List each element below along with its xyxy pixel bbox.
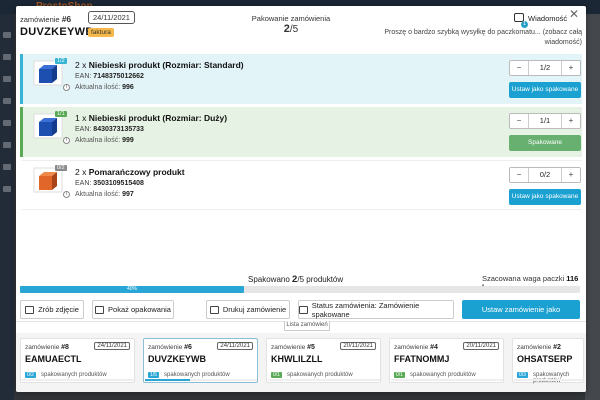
packed-count-text: spakowanych produktów	[410, 372, 476, 378]
box-icon	[95, 305, 105, 314]
increment-button[interactable]: +	[562, 61, 580, 75]
order-label: zamówienie #6	[20, 14, 72, 24]
product-ean: EAN: 7148375012662	[75, 73, 144, 80]
product-ean: EAN: 3503109515408	[75, 180, 144, 187]
packing-title: Pakowanie zamówienia	[251, 14, 331, 23]
product-stock: Aktualna ilość: 996	[75, 84, 134, 91]
product-ean: EAN: 8430373135733	[75, 126, 144, 133]
order-number: #6	[61, 14, 72, 24]
order-progress	[391, 379, 503, 381]
packed-count-badge: 0/2	[25, 372, 36, 378]
mark-packed-button[interactable]: Ustaw jako spakowane	[509, 189, 581, 205]
product-name: 1 x Niebieski produkt (Rozmiar: Duży)	[75, 113, 228, 123]
order-card[interactable]: zamówienie #4 20/11/2021 FFATNOMMJ 0/1 s…	[389, 338, 504, 383]
product-row: 1/1 i 1 x Niebieski produkt (Rozmiar: Du…	[20, 107, 582, 157]
message-link[interactable]: Wiadomość	[528, 14, 567, 23]
packed-count-text: spakowanych produktów	[41, 372, 107, 378]
modal-header: zamówienie #6 24/11/2021 DUVZKEYWB faktu…	[16, 6, 586, 51]
packed-qty-badge: 0/2	[55, 165, 67, 171]
product-stock: Aktualna ilość: 999	[75, 137, 134, 144]
packed-count-text: spakowanych produktów	[164, 372, 230, 378]
order-card[interactable]: zamówienie #5 20/11/2021 KHWLILZLL 0/1 s…	[266, 338, 381, 383]
order-code: KHWLILZLL	[271, 354, 323, 364]
product-name: 2 x Pomarańczowy produkt	[75, 167, 185, 177]
packed-count-badge: 1/5	[148, 372, 159, 378]
order-code: EAMUAECTL	[25, 354, 82, 364]
packed-products-count: Spakowano 2/5 produktów	[248, 274, 344, 285]
invoice-badge: faktura	[88, 28, 114, 37]
order-date: 20/11/2021	[463, 342, 499, 350]
order-date: 24/11/2021	[88, 11, 135, 24]
order-code: FFATNOMMJ	[394, 354, 450, 364]
order-code: OHSATSERP	[517, 354, 573, 364]
packed-count-text: spakowanych produktów	[533, 372, 570, 384]
increment-button[interactable]: +	[562, 114, 580, 128]
increment-button[interactable]: +	[562, 168, 580, 182]
order-progress	[268, 379, 380, 381]
order-status-button[interactable]: Status zamówienia: Zamówienie spakowane	[298, 300, 454, 319]
order-card-active[interactable]: zamówienie #6 24/11/2021 DUVZKEYWB 1/5 s…	[143, 338, 258, 383]
info-icon[interactable]: i	[63, 84, 70, 91]
message-count-badge: 1	[521, 21, 528, 28]
quantity-stepper: − 0/2 +	[509, 167, 581, 183]
order-card[interactable]: zamówienie #2 OHSATSERP 0/3 spakowanych …	[512, 338, 584, 384]
packed-count-badge: 0/1	[271, 372, 282, 378]
print-order-button[interactable]: Drukuj zamówienie	[206, 300, 290, 319]
progress-label: 40%	[126, 286, 137, 292]
order-code: DUVZKEYWB	[20, 26, 94, 38]
decrement-button[interactable]: −	[510, 61, 528, 75]
customer-note[interactable]: Proszę o bardzo szybką wysyłkę do paczko…	[376, 28, 582, 48]
product-row: 1/2 i 2 x Niebieski produkt (Rozmiar: St…	[20, 54, 582, 104]
take-photo-button[interactable]: Zrób zdjęcie	[20, 300, 84, 319]
order-progress	[145, 379, 257, 381]
quantity-stepper: − 1/1 +	[509, 113, 581, 129]
order-progress	[514, 379, 584, 381]
decrement-button[interactable]: −	[510, 114, 528, 128]
mark-order-packed-button[interactable]: Ustaw zamówienie jako spakowane	[462, 300, 580, 333]
packing-modal: zamówienie #6 24/11/2021 DUVZKEYWB faktu…	[16, 6, 586, 392]
mark-packed-button[interactable]: Ustaw jako spakowane	[509, 82, 581, 98]
stepper-value[interactable]: 0/2	[528, 168, 562, 182]
packed-status-button[interactable]: Spakowane	[509, 135, 581, 151]
stepper-value[interactable]: 1/1	[528, 114, 562, 128]
quantity-stepper: − 1/2 +	[509, 60, 581, 76]
order-code: DUVZKEYWB	[148, 354, 206, 364]
packing-count: 2/5	[283, 23, 299, 35]
info-icon[interactable]: i	[63, 137, 70, 144]
product-stock: Aktualna ilość: 997	[75, 191, 134, 198]
decrement-button[interactable]: −	[510, 168, 528, 182]
packed-qty-badge: 1/2	[55, 58, 67, 64]
packed-qty-badge: 1/1	[55, 111, 67, 117]
printer-icon	[209, 305, 219, 314]
truck-icon	[299, 305, 308, 314]
packed-count-badge: 0/3	[517, 372, 528, 378]
packed-count-badge: 0/1	[394, 372, 405, 378]
order-card[interactable]: zamówienie #8 24/11/2021 EAMUAECTL 0/2 s…	[20, 338, 135, 383]
packed-count-text: spakowanych produktów	[287, 372, 353, 378]
camera-icon	[25, 305, 35, 314]
order-date: 24/11/2021	[94, 342, 130, 350]
packing-progress-bar: 40%	[20, 286, 580, 293]
order-date: 24/11/2021	[217, 342, 253, 350]
order-list-toggle[interactable]: Lista zamówień ⌄	[284, 321, 330, 337]
order-progress	[22, 379, 134, 381]
stepper-value[interactable]: 1/2	[528, 61, 562, 75]
order-date: 20/11/2021	[340, 342, 376, 350]
close-icon[interactable]: ✕	[569, 7, 579, 21]
product-name: 2 x Niebieski produkt (Rozmiar: Standard…	[75, 60, 244, 70]
info-icon[interactable]: i	[63, 191, 70, 198]
product-row: 0/2 i 2 x Pomarańczowy produkt EAN: 3503…	[20, 160, 582, 210]
show-packaging-button[interactable]: Pokaż opakowania	[92, 300, 174, 319]
order-list: zamówienie #8 24/11/2021 EAMUAECTL 0/2 s…	[16, 333, 586, 392]
